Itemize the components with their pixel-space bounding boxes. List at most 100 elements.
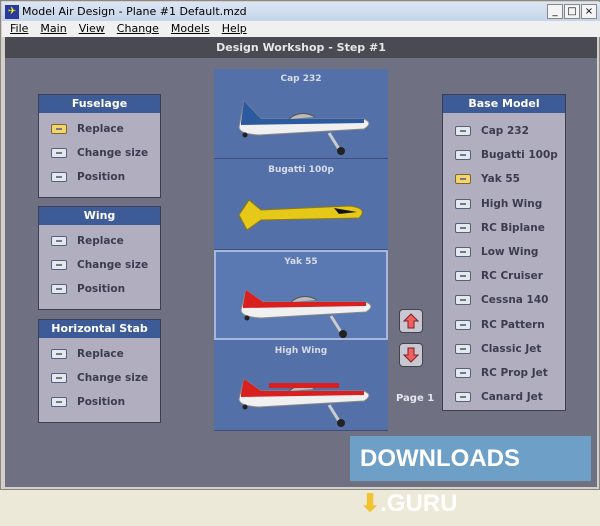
- radio-button[interactable]: [455, 150, 471, 161]
- base-model-item[interactable]: RC Biplane: [455, 222, 545, 234]
- menu-change[interactable]: Change: [117, 21, 159, 37]
- radio-button[interactable]: [455, 271, 471, 282]
- base-model-panel: Base Model Cap 232 Bugatti 100p Yak 55 High …: [442, 94, 566, 411]
- option-label: Position: [77, 171, 126, 183]
- radio-button[interactable]: [51, 260, 67, 270]
- page-down-button[interactable]: [399, 343, 423, 367]
- menu-help[interactable]: Help: [222, 21, 247, 37]
- model-label: RC Pattern: [481, 318, 545, 331]
- app-icon: ✈: [5, 5, 19, 19]
- radio-button[interactable]: [455, 247, 471, 257]
- base-model-item[interactable]: Yak 55: [455, 173, 520, 185]
- title-bar: ✈ Model Air Design - Plane #1 Default.mz…: [2, 2, 600, 21]
- plane-image: [238, 377, 370, 427]
- menu-file[interactable]: File: [10, 21, 28, 37]
- option-position[interactable]: Position: [51, 283, 125, 295]
- radio-button[interactable]: [455, 368, 471, 378]
- page-indicator: Page 1: [396, 393, 435, 404]
- model-label: Canard Jet: [481, 391, 543, 404]
- base-model-item[interactable]: Low Wing: [455, 246, 538, 258]
- radio-button[interactable]: [51, 284, 67, 294]
- arrow-up-icon: [403, 313, 419, 329]
- radio-button[interactable]: [51, 397, 67, 407]
- option-label: Change size: [77, 259, 149, 271]
- option-label: Replace: [77, 348, 124, 360]
- option-position[interactable]: Position: [51, 396, 125, 408]
- option-change-size[interactable]: Change size: [51, 259, 148, 271]
- model-label: High Wing: [481, 197, 543, 210]
- option-label: Position: [77, 396, 126, 408]
- panel-wing: Wing Replace Change size Position: [38, 206, 161, 310]
- radio-button[interactable]: [51, 236, 67, 246]
- gallery-item[interactable]: High Wing: [214, 341, 388, 431]
- base-model-item[interactable]: RC Prop Jet: [455, 367, 548, 379]
- panel-horizontal-stab: Horizontal Stab Replace Change size Positio…: [38, 319, 161, 423]
- radio-button[interactable]: [455, 343, 471, 354]
- option-change-size[interactable]: Change size: [51, 147, 148, 159]
- arrow-down-icon: [403, 347, 419, 363]
- radio-button[interactable]: [455, 198, 471, 209]
- gallery-label: Yak 55: [284, 257, 318, 267]
- model-label: RC Cruiser: [481, 270, 543, 283]
- model-label: Classic Jet: [481, 342, 542, 355]
- option-label: Position: [77, 283, 126, 295]
- base-model-item[interactable]: RC Pattern: [455, 319, 545, 331]
- option-replace[interactable]: Replace: [51, 348, 124, 360]
- plane-image: [240, 289, 372, 338]
- option-change-size[interactable]: Change size: [51, 372, 148, 384]
- radio-button[interactable]: [51, 124, 67, 134]
- gallery-label: Cap 232: [280, 74, 322, 84]
- option-replace[interactable]: Replace: [51, 123, 124, 135]
- base-model-item[interactable]: RC Cruiser: [455, 270, 543, 282]
- maximize-button[interactable]: □: [564, 4, 580, 19]
- radio-button[interactable]: [51, 349, 67, 359]
- model-label: Cessna 140: [481, 294, 549, 307]
- panel-fuselage: Fuselage Replace Change size Position: [38, 94, 161, 198]
- gallery-item[interactable]: Cap 232: [214, 69, 388, 159]
- option-label: Change size: [77, 372, 149, 384]
- model-label: Bugatti 100p: [481, 149, 558, 162]
- menu-main[interactable]: Main: [40, 21, 66, 37]
- gallery-item[interactable]: Bugatti 100p: [214, 160, 388, 250]
- model-label: RC Prop Jet: [481, 367, 548, 379]
- panel-title: Wing: [39, 207, 160, 225]
- gallery-label: Bugatti 100p: [268, 164, 334, 175]
- model-label: Cap 232: [481, 125, 529, 137]
- panel-title: Base Model: [443, 95, 565, 113]
- radio-button[interactable]: [455, 295, 471, 306]
- close-button[interactable]: ×: [581, 4, 597, 19]
- watermark-logo: DOWNLOADS ⬇.GURU: [350, 436, 591, 517]
- radio-button[interactable]: [455, 222, 471, 233]
- menu-models[interactable]: Models: [171, 21, 210, 37]
- option-label: Change size: [77, 147, 149, 159]
- radio-button[interactable]: [455, 392, 471, 403]
- radio-button[interactable]: [51, 148, 67, 158]
- base-model-item[interactable]: Cap 232: [455, 125, 529, 137]
- base-model-item[interactable]: High Wing: [455, 198, 542, 210]
- radio-button[interactable]: [455, 174, 471, 185]
- radio-button[interactable]: [51, 172, 67, 182]
- window-title: Model Air Design - Plane #1 Default.mzd: [22, 5, 247, 18]
- app-window: ✈ Model Air Design - Plane #1 Default.mz…: [0, 0, 600, 517]
- option-replace[interactable]: Replace: [51, 235, 124, 247]
- model-gallery: Cap 232 Bugatti 100p Yak 55 High Wing: [214, 69, 388, 431]
- radio-button[interactable]: [455, 319, 471, 330]
- menu-view[interactable]: View: [79, 21, 105, 37]
- model-label: Yak 55: [481, 173, 520, 186]
- minimize-button[interactable]: _: [547, 4, 563, 19]
- model-label: Low Wing: [481, 246, 539, 258]
- radio-button[interactable]: [455, 126, 471, 136]
- base-model-item[interactable]: Bugatti 100p: [455, 149, 558, 161]
- base-model-item[interactable]: Classic Jet: [455, 343, 541, 355]
- radio-button[interactable]: [51, 373, 67, 383]
- plane-image: [238, 99, 370, 155]
- page-up-button[interactable]: [399, 309, 423, 333]
- page-title: Design Workshop - Step #1: [5, 37, 597, 58]
- base-model-item[interactable]: Canard Jet: [455, 391, 543, 403]
- workshop-area: Cap 232 Bugatti 100p Yak 55 High Wing Page …: [5, 58, 597, 487]
- gallery-item[interactable]: Yak 55: [214, 250, 388, 340]
- plane-image: [238, 198, 363, 231]
- base-model-item[interactable]: Cessna 140: [455, 294, 548, 306]
- menu-bar: File Main View Change Models Help: [2, 21, 600, 37]
- option-position[interactable]: Position: [51, 171, 125, 183]
